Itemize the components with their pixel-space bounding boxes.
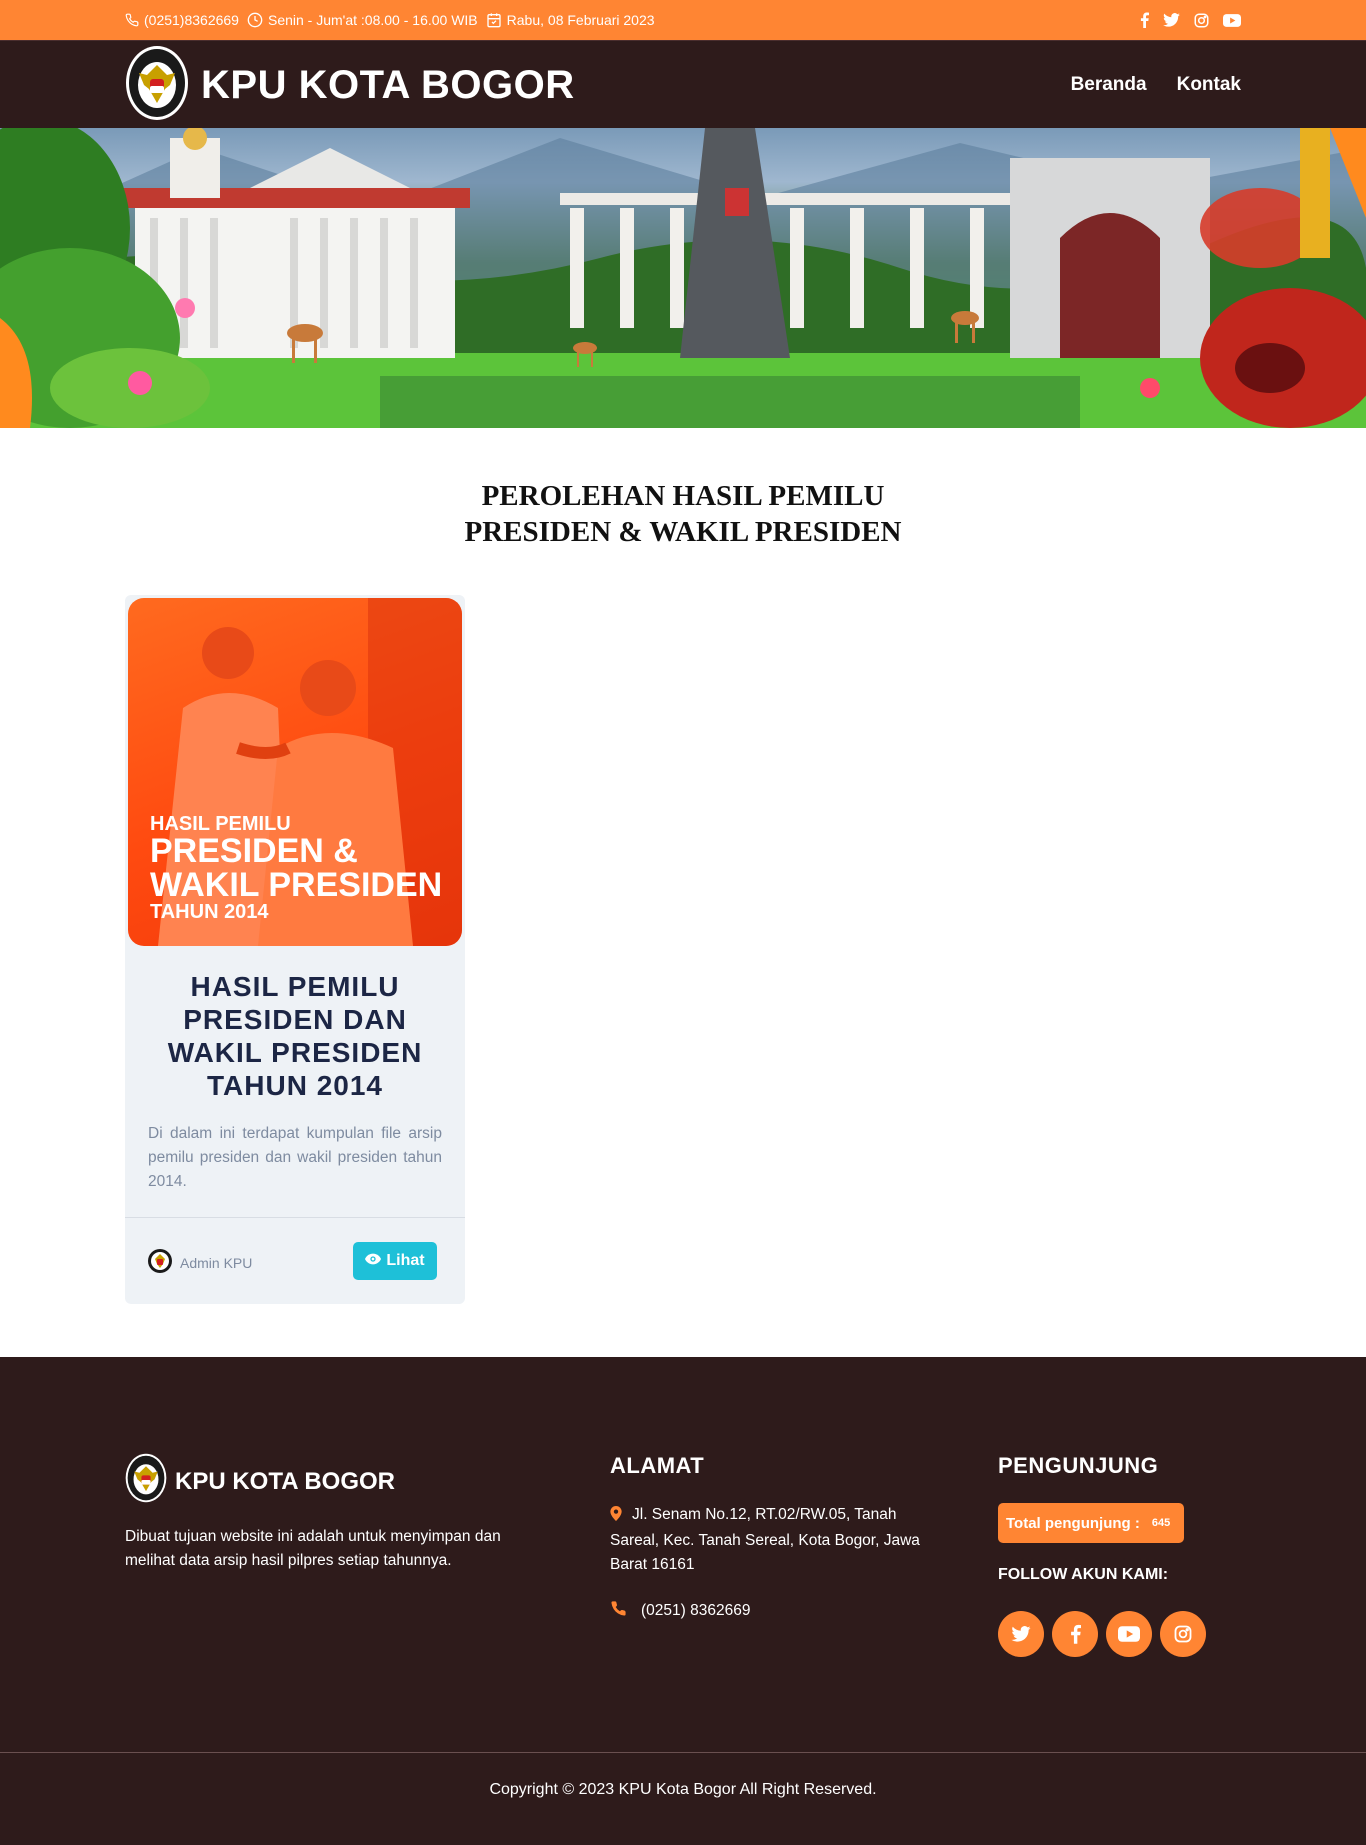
follow-heading: FOLLOW AKUN KAMI: <box>998 1566 1169 1583</box>
section-title-line2: PRESIDEN & WAKIL PRESIDEN <box>464 516 902 548</box>
twitter-icon[interactable] <box>998 1611 1044 1657</box>
card-title[interactable]: HASIL PEMILU PRESIDEN DAN WAKIL PRESIDEN… <box>125 970 465 1102</box>
phone-icon <box>610 1600 627 1622</box>
kpu-logo-icon <box>125 1453 167 1510</box>
clock-icon <box>247 12 263 28</box>
address-text: Jl. Senam No.12, RT.02/RW.05, Tanah Sare… <box>610 1506 920 1573</box>
view-button-label: Lihat <box>386 1252 425 1269</box>
instagram-icon[interactable] <box>1160 1611 1206 1657</box>
author-name: Admin KPU <box>180 1254 253 1271</box>
hero-banner-image <box>0 128 1366 428</box>
footer-phone: (0251) 8362669 <box>610 1600 750 1622</box>
topbar-social <box>1140 12 1241 28</box>
main-nav: Beranda Kontak <box>1071 74 1241 96</box>
card-image-line3: WAKIL PRESIDEN <box>150 866 443 904</box>
site-title: KPU KOTA BOGOR <box>201 62 575 107</box>
date-text: Rabu, 08 Februari 2023 <box>506 12 655 28</box>
author-avatar <box>148 1249 172 1276</box>
view-button[interactable]: Lihat <box>353 1242 437 1280</box>
eye-icon <box>365 1252 382 1270</box>
copyright-text: Copyright © 2023 KPU Kota Bogor All Righ… <box>489 1781 877 1798</box>
phone-text: (0251)8362669 <box>144 12 239 28</box>
card-image-line1: HASIL PEMILU <box>150 813 291 835</box>
site-header: KPU KOTA BOGOR Beranda Kontak <box>0 40 1366 128</box>
card-image[interactable]: HASIL PEMILU PRESIDEN & WAKIL PRESIDEN T… <box>128 598 462 946</box>
twitter-icon[interactable] <box>1163 13 1180 27</box>
phone-icon <box>125 13 139 27</box>
kpu-logo-icon <box>125 45 189 126</box>
card-image-line2: PRESIDEN & <box>150 832 358 870</box>
location-pin-icon <box>610 1505 622 1529</box>
footer-brand[interactable]: KPU KOTA BOGOR <box>125 1453 395 1510</box>
facebook-icon[interactable] <box>1140 12 1149 28</box>
visitor-heading: PENGUNJUNG <box>998 1453 1159 1478</box>
visitor-label: Total pengunjung : <box>1006 1514 1140 1532</box>
nav-beranda[interactable]: Beranda <box>1071 74 1147 96</box>
footer-phone-text: (0251) 8362669 <box>641 1602 751 1619</box>
youtube-icon[interactable] <box>1106 1611 1152 1657</box>
footer-social-links <box>998 1611 1206 1657</box>
brand[interactable]: KPU KOTA BOGOR <box>125 45 575 126</box>
address-heading: ALAMAT <box>610 1453 705 1478</box>
calendar-icon <box>486 12 502 28</box>
visitor-count: 645 <box>1151 1517 1171 1529</box>
footer-address: Jl. Senam No.12, RT.02/RW.05, Tanah Sare… <box>610 1503 940 1577</box>
card-image-line4: TAHUN 2014 <box>150 901 269 923</box>
footer-brand-title: KPU KOTA BOGOR <box>175 1467 395 1495</box>
youtube-icon[interactable] <box>1223 13 1241 27</box>
nav-kontak[interactable]: Kontak <box>1177 74 1241 96</box>
card-description: Di dalam ini terdapat kumpulan file arsi… <box>148 1125 442 1190</box>
hours-text: Senin - Jum'at :08.00 - 16.00 WIB <box>267 12 478 28</box>
section-title: PEROLEHAN HASIL PEMILU PRESIDEN & WAKIL … <box>0 478 1366 550</box>
site-footer: KPU KOTA BOGOR Dibuat tujuan website ini… <box>0 1357 1366 1845</box>
top-bar: (0251)8362669 Senin - Jum'at :08.00 - 16… <box>0 0 1366 40</box>
instagram-icon[interactable] <box>1194 13 1209 28</box>
footer-about: Dibuat tujuan website ini adalah untuk m… <box>125 1528 501 1569</box>
footer-divider <box>0 1752 1366 1753</box>
card-divider <box>125 1217 465 1218</box>
contact-info: (0251)8362669 Senin - Jum'at :08.00 - 16… <box>125 12 655 28</box>
archive-card: HASIL PEMILU PRESIDEN & WAKIL PRESIDEN T… <box>125 595 465 1304</box>
card-author: Admin KPU <box>148 1249 252 1276</box>
facebook-icon[interactable] <box>1052 1611 1098 1657</box>
section-title-line1: PEROLEHAN HASIL PEMILU <box>481 480 885 512</box>
visitor-counter-badge: Total pengunjung : 645 <box>998 1503 1185 1543</box>
card-image-caption: HASIL PEMILU PRESIDEN & WAKIL PRESIDEN T… <box>150 814 442 922</box>
